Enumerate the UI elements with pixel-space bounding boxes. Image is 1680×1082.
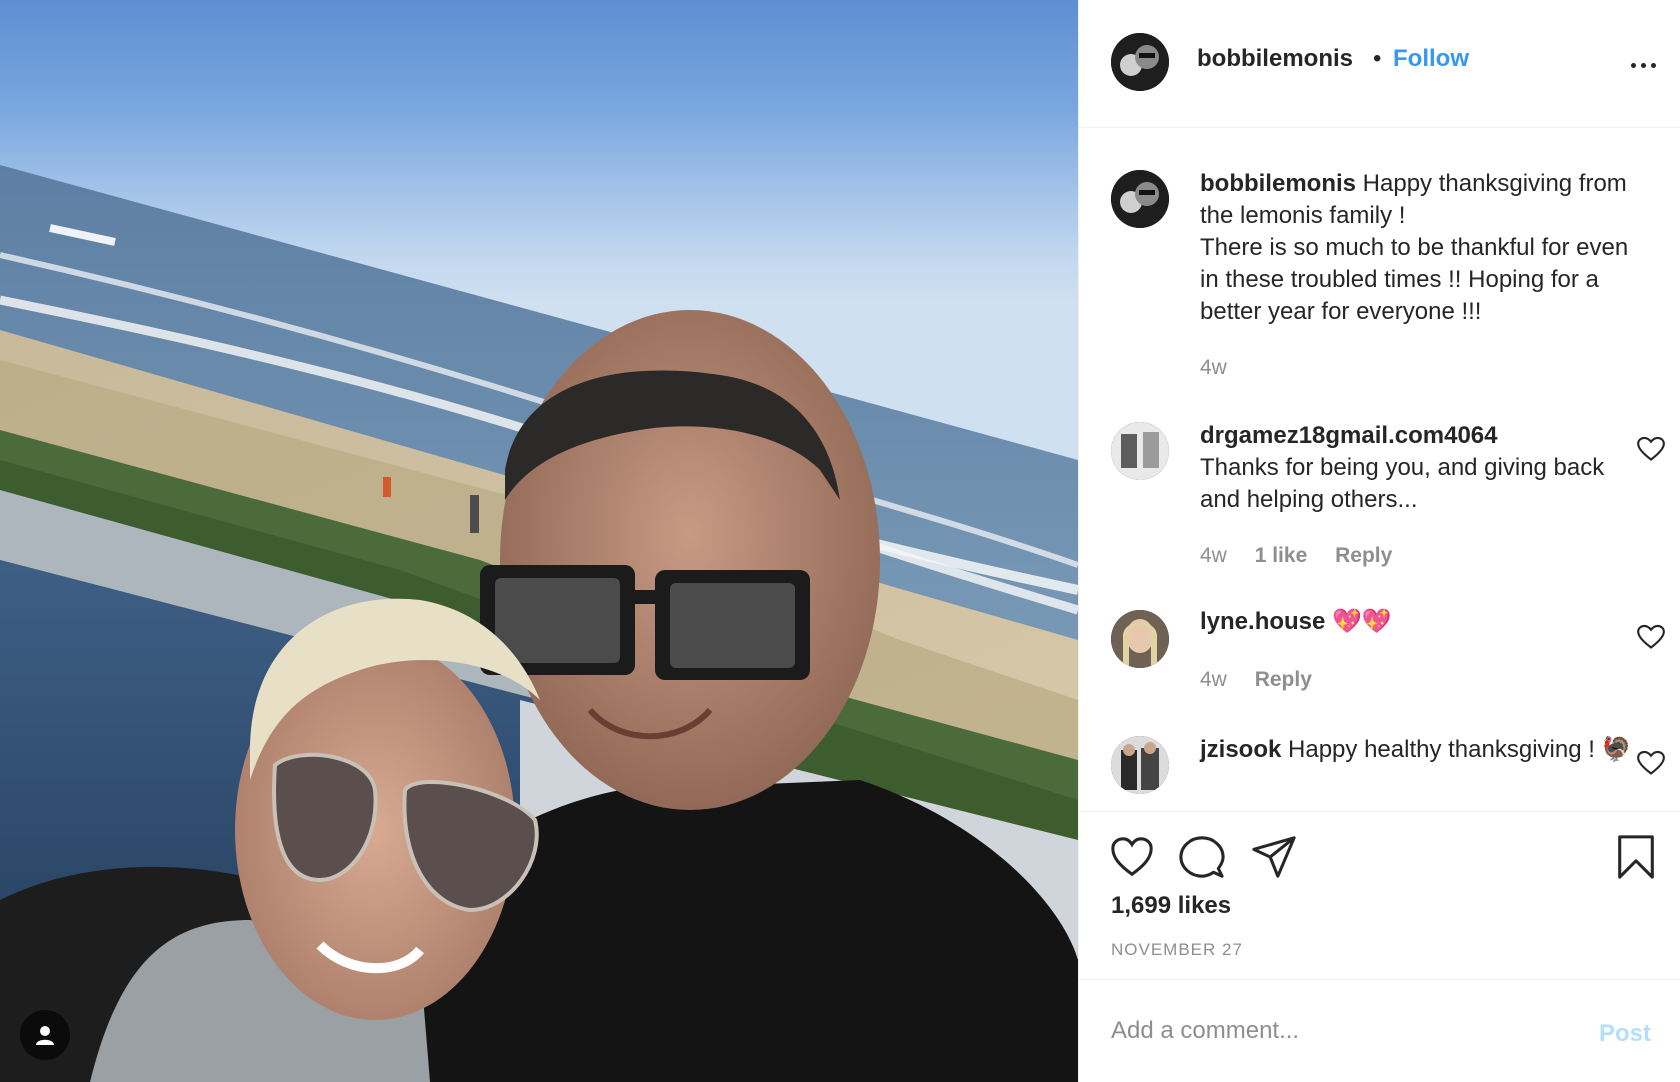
- likes-count[interactable]: 1,699 likes: [1111, 892, 1231, 920]
- comment-meta: 4w Reply: [1200, 668, 1334, 692]
- comment-avatar[interactable]: [1111, 422, 1169, 480]
- comment-text: drgamez18gmail.com4064 Thanks for being …: [1200, 420, 1650, 516]
- comment-avatar[interactable]: [1111, 610, 1169, 668]
- comment-time[interactable]: 4w: [1200, 668, 1227, 691]
- post-date[interactable]: NOVEMBER 27: [1111, 940, 1243, 960]
- caption-avatar[interactable]: [1111, 170, 1169, 228]
- person-tag-icon: [36, 1026, 54, 1045]
- comment-like-heart-icon[interactable]: [1637, 436, 1665, 462]
- heart-icon[interactable]: [1109, 834, 1155, 880]
- author-username[interactable]: bobbilemonis: [1197, 45, 1353, 73]
- person-tag-button[interactable]: [20, 1010, 70, 1060]
- bookmark-icon[interactable]: [1613, 834, 1659, 880]
- comment-username[interactable]: drgamez18gmail.com4064: [1200, 422, 1497, 449]
- caption-username[interactable]: bobbilemonis: [1200, 170, 1356, 197]
- comment-like-heart-icon[interactable]: [1637, 624, 1665, 650]
- caption-time[interactable]: 4w: [1200, 356, 1227, 379]
- comment-icon[interactable]: [1179, 834, 1225, 880]
- comment-avatar[interactable]: [1111, 736, 1169, 794]
- comment-username[interactable]: jzisook: [1200, 736, 1281, 763]
- post-photo[interactable]: [0, 0, 1078, 1082]
- comment-likes[interactable]: 1 like: [1255, 544, 1308, 567]
- post-actions: 1,699 likes NOVEMBER 27: [1079, 811, 1680, 979]
- caption-text: bobbilemonis Happy thanksgiving from the…: [1200, 168, 1650, 328]
- paper-plane-icon[interactable]: [1251, 834, 1297, 880]
- post-sidebar: bobbilemonis • Follow bobbilemonis Happy…: [1078, 0, 1680, 1082]
- post-header: bobbilemonis • Follow: [1079, 0, 1680, 128]
- more-options-icon[interactable]: [1623, 50, 1663, 80]
- author-avatar[interactable]: [1111, 33, 1169, 91]
- comment-like-heart-icon[interactable]: [1637, 750, 1665, 776]
- comments-section[interactable]: bobbilemonis Happy thanksgiving from the…: [1079, 128, 1680, 811]
- caption-body-2: There is so much to be thankful for even…: [1200, 234, 1629, 325]
- comment-body: Happy healthy thanksgiving ! 🦃: [1288, 736, 1632, 763]
- reply-button[interactable]: Reply: [1255, 668, 1312, 691]
- comment-input[interactable]: [1111, 1006, 1591, 1056]
- beach-selfie-image: [0, 165, 1078, 1082]
- post-button[interactable]: Post: [1599, 1020, 1651, 1048]
- comment-username[interactable]: lyne.house: [1200, 608, 1325, 635]
- reply-button[interactable]: Reply: [1335, 544, 1392, 567]
- comment-body: Thanks for being you, and giving back an…: [1200, 454, 1605, 513]
- caption-meta: 4w: [1200, 356, 1249, 380]
- comment-body: 💖💖: [1332, 608, 1392, 635]
- comment-text: lyne.house 💖💖: [1200, 606, 1650, 638]
- comment-meta: 4w 1 like Reply: [1200, 544, 1414, 568]
- separator-dot: •: [1373, 45, 1382, 72]
- comment-time[interactable]: 4w: [1200, 544, 1227, 567]
- comment-text: jzisook Happy healthy thanksgiving ! 🦃: [1200, 734, 1650, 766]
- add-comment-bar: Post: [1079, 979, 1680, 1082]
- follow-button[interactable]: Follow: [1393, 45, 1469, 73]
